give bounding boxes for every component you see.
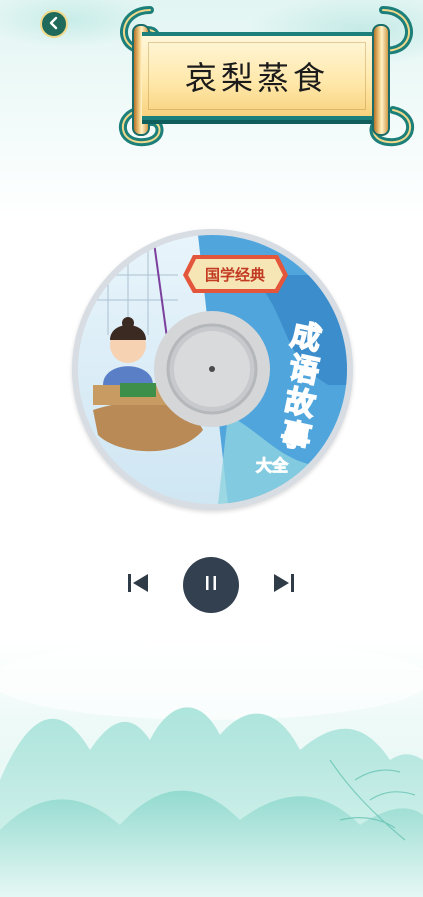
- pause-icon: [204, 575, 218, 595]
- next-button[interactable]: [270, 572, 298, 598]
- previous-icon: [126, 572, 150, 598]
- scroll-paper: 哀梨蒸食: [142, 32, 372, 120]
- playback-controls: [0, 556, 423, 616]
- title-scroll-banner: 哀梨蒸食: [110, 0, 423, 150]
- scroll-rod-right: [372, 24, 390, 136]
- album-subtitle: 大全: [256, 456, 289, 475]
- page-title: 哀梨蒸食: [184, 59, 329, 97]
- pause-button[interactable]: [183, 557, 239, 613]
- album-disc: 国学经典 成 语 故 事 大全: [72, 229, 353, 510]
- back-arrow-icon: [48, 15, 60, 34]
- next-icon: [272, 572, 296, 598]
- player-screen: 哀梨蒸食 国学经典 成 语 故 事 大全: [0, 0, 423, 897]
- mountain-landscape-decoration: [0, 640, 423, 897]
- album-art: 国学经典 成 语 故 事 大全: [78, 235, 347, 504]
- back-button[interactable]: [40, 10, 68, 38]
- album-badge-text: 国学经典: [205, 266, 265, 284]
- previous-button[interactable]: [124, 572, 152, 598]
